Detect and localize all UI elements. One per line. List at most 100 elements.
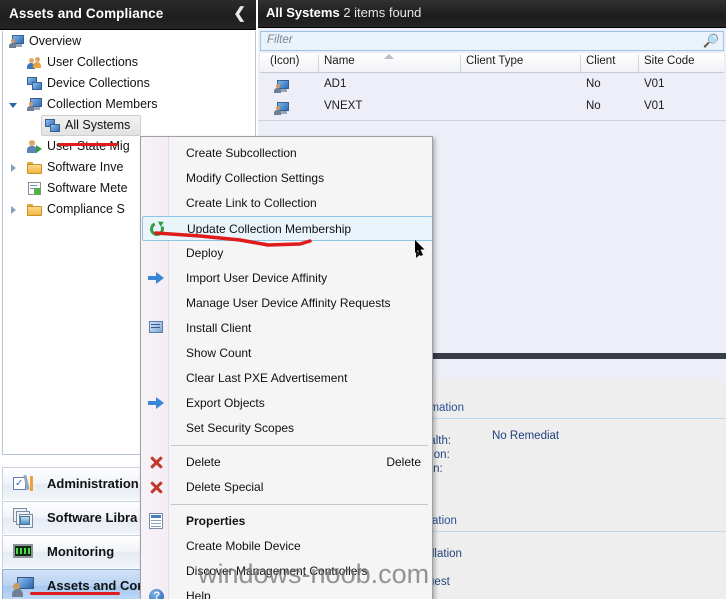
monitoring-icon xyxy=(13,542,35,564)
column-header-client-type[interactable]: Client Type xyxy=(460,55,580,72)
tree-expander-closed-icon[interactable] xyxy=(9,205,18,214)
folder-icon xyxy=(27,160,43,176)
mouse-cursor xyxy=(415,240,425,256)
tree-item-overview[interactable]: Overview xyxy=(3,31,255,52)
menu-item-delete-special[interactable]: Delete Special xyxy=(142,475,432,500)
tree-expander-open-icon[interactable] xyxy=(9,100,18,109)
menu-item-create-mobile-device[interactable]: Create Mobile Device xyxy=(142,534,432,559)
menu-item-label: Set Security Scopes xyxy=(186,421,295,435)
cell-client: No xyxy=(586,78,601,90)
cell-name: VNEXT xyxy=(324,100,363,112)
tree-item-label: Collection Members xyxy=(47,97,158,111)
column-header-site-code[interactable]: Site Code xyxy=(638,55,724,72)
menu-separator xyxy=(171,445,428,446)
tree-item-label: Software Inve xyxy=(47,160,124,174)
menu-item-properties[interactable]: Properties xyxy=(142,509,432,534)
context-menu[interactable]: Create Subcollection Modify Collection Se… xyxy=(140,136,433,599)
menu-item-install-client[interactable]: Install Client xyxy=(142,316,432,341)
administration-icon: ✓ xyxy=(13,474,35,496)
menu-item-deploy[interactable]: Deploy xyxy=(142,241,432,266)
menu-item-label: Update Collection Membership xyxy=(187,222,352,236)
menu-item-label: Create Subcollection xyxy=(186,146,297,160)
tree-item-label: Overview xyxy=(29,34,82,48)
filter-bar[interactable]: Filter 🔍 xyxy=(260,31,724,51)
menu-item-label: Clear Last PXE Advertisement xyxy=(186,371,348,385)
menu-item-label: Delete xyxy=(186,455,221,469)
device-collections-icon xyxy=(27,76,43,92)
menu-item-label: Properties xyxy=(186,514,246,528)
tree-item-label: User Collections xyxy=(47,55,139,69)
menu-item-clear-last-pxe-advertisement[interactable]: Clear Last PXE Advertisement xyxy=(142,366,432,391)
menu-item-show-count[interactable]: Show Count xyxy=(142,341,432,366)
menu-item-label: Delete Special xyxy=(186,480,264,494)
tree-item-label: All Systems xyxy=(65,118,131,132)
annotation-underline-assets-nav xyxy=(30,592,120,595)
tree-item-user-collections[interactable]: User Collections xyxy=(3,52,255,73)
workspace-button-label: Assets and Cor xyxy=(47,578,143,593)
monitor-user-icon xyxy=(27,97,43,113)
workspace-button-label: Software Libra xyxy=(47,510,138,525)
table-row[interactable]: VNEXT No V01 xyxy=(260,97,724,119)
tree-item-label: Software Mete xyxy=(47,181,128,195)
grid-bottom-divider xyxy=(258,120,726,121)
results-count: 2 items found xyxy=(343,5,422,20)
menu-item-label: Manage User Device Affinity Requests xyxy=(186,296,391,310)
menu-separator xyxy=(171,504,428,505)
red-x-icon xyxy=(148,479,165,496)
install-client-icon xyxy=(148,320,165,337)
menu-item-create-subcollection[interactable]: Create Subcollection xyxy=(142,141,432,166)
menu-item-label: Show Count xyxy=(186,346,252,360)
annotation-underline-all-systems xyxy=(58,143,118,146)
watermark-text: windows-noob.com xyxy=(198,559,430,589)
table-row[interactable]: AD1 No V01 xyxy=(260,75,724,97)
menu-item-create-link-to-collection[interactable]: Create Link to Collection xyxy=(142,191,432,216)
tree-expander-closed-icon[interactable] xyxy=(9,163,18,172)
sort-ascending-icon xyxy=(384,54,394,59)
column-header-client[interactable]: Client xyxy=(580,55,638,72)
cell-site-code: V01 xyxy=(644,100,665,112)
menu-item-label: Create Mobile Device xyxy=(186,539,301,553)
tree-item-device-collections[interactable]: Device Collections xyxy=(3,73,255,94)
chevron-left-icon[interactable]: ❮ xyxy=(233,4,246,22)
menu-item-label: Deploy xyxy=(186,246,224,260)
column-header-icon[interactable]: (Icon) xyxy=(264,55,318,72)
tree-item-label: Device Collections xyxy=(47,76,150,90)
menu-item-delete[interactable]: Delete Delete xyxy=(142,450,432,475)
menu-item-export-objects[interactable]: Export Objects xyxy=(142,391,432,416)
column-headers[interactable]: (Icon) Name Client Type Client Site Code xyxy=(260,53,724,73)
application-window: Assets and Compliance ❮ Overview User Col… xyxy=(0,0,726,599)
tree-item-collection-members[interactable]: Collection Members xyxy=(3,94,255,115)
results-title: All Systems xyxy=(266,5,340,20)
page-title: Assets and Compliance xyxy=(9,6,164,21)
menu-item-label: Export Objects xyxy=(186,396,265,410)
blue-arrow-icon xyxy=(148,395,165,412)
menu-item-manage-user-device-affinity-requests[interactable]: Manage User Device Affinity Requests xyxy=(142,291,432,316)
tree-item-label: Compliance S xyxy=(47,202,125,216)
menu-item-shortcut: Delete xyxy=(386,455,421,469)
left-pane-header: Assets and Compliance ❮ xyxy=(0,0,256,30)
tree-item-all-systems[interactable]: All Systems xyxy=(3,115,255,136)
details-field-value: No Remediat xyxy=(492,430,560,442)
menu-item-modify-collection-settings[interactable]: Modify Collection Settings xyxy=(142,166,432,191)
user-state-migration-icon xyxy=(27,139,43,155)
search-icon[interactable]: 🔍 xyxy=(703,33,719,49)
menu-item-update-collection-membership[interactable]: Update Collection Membership xyxy=(142,216,432,241)
device-collections-icon xyxy=(45,118,61,134)
results-header: All Systems 2 items found xyxy=(258,0,726,28)
software-library-icon xyxy=(13,508,35,530)
help-icon: ? xyxy=(148,588,165,599)
menu-item-label: Modify Collection Settings xyxy=(186,171,325,185)
properties-icon xyxy=(148,513,165,530)
monitor-user-icon xyxy=(9,34,25,50)
tree-item-label: User State Mig xyxy=(47,139,130,153)
menu-item-set-security-scopes[interactable]: Set Security Scopes xyxy=(142,416,432,441)
computer-icon xyxy=(274,101,290,115)
cell-name: AD1 xyxy=(324,78,347,90)
filter-input[interactable]: Filter xyxy=(267,34,293,46)
cell-client: No xyxy=(586,100,601,112)
workspace-button-label: Administration xyxy=(47,476,139,491)
users-icon xyxy=(27,55,43,71)
cell-site-code: V01 xyxy=(644,78,665,90)
computer-icon xyxy=(274,79,290,93)
menu-item-import-user-device-affinity[interactable]: Import User Device Affinity xyxy=(142,266,432,291)
